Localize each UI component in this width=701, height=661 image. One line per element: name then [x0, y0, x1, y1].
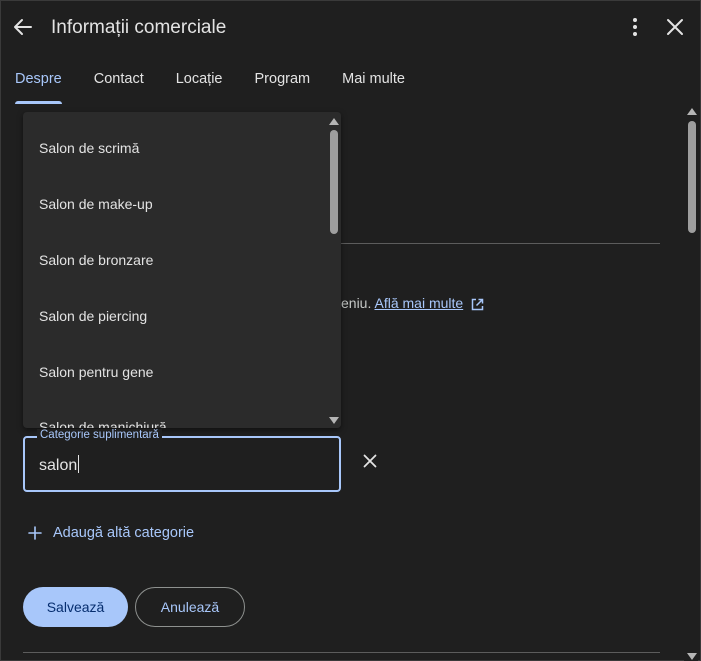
field-input-wrapper[interactable]: salon — [39, 455, 80, 475]
info-text: eniu. Află mai multe — [341, 295, 484, 311]
cancel-button[interactable]: Anulează — [135, 587, 245, 627]
dropdown-option[interactable]: Salon pentru gene — [39, 364, 153, 380]
dropdown-option[interactable]: Salon de piercing — [39, 308, 147, 324]
partial-text: eniu. — [341, 295, 372, 311]
tab-locatie[interactable]: Locație — [176, 71, 223, 105]
dropdown-option[interactable]: Salon de manichiură — [39, 419, 167, 428]
save-button[interactable]: Salvează — [23, 587, 128, 627]
tab-program[interactable]: Program — [255, 71, 311, 105]
plus-icon — [28, 526, 42, 540]
dropdown-option[interactable]: Salon de make-up — [39, 196, 153, 212]
close-icon — [667, 19, 683, 35]
tab-mai-multe[interactable]: Mai multe — [342, 71, 405, 105]
clear-category-button[interactable] — [358, 449, 382, 473]
tab-despre[interactable]: Despre — [15, 71, 62, 105]
field-label: Categorie suplimentară — [37, 429, 162, 441]
tab-contact[interactable]: Contact — [94, 71, 144, 105]
scroll-up-arrow-icon[interactable] — [329, 118, 339, 125]
close-button[interactable] — [663, 15, 687, 39]
category-input[interactable]: salon — [39, 457, 77, 474]
category-suggestions-dropdown[interactable]: Salon de scrimă Salon de make-up Salon d… — [23, 112, 341, 428]
scroll-down-arrow-icon[interactable] — [329, 417, 339, 424]
bottom-divider — [23, 652, 660, 653]
arrow-left-icon — [14, 19, 32, 35]
more-vert-icon — [633, 18, 637, 36]
back-button[interactable] — [11, 15, 35, 39]
learn-more-link[interactable]: Află mai multe — [374, 295, 463, 311]
main-scroll-thumb[interactable] — [688, 121, 696, 233]
section-divider — [341, 243, 660, 244]
dropdown-option[interactable]: Salon de scrimă — [39, 140, 139, 156]
page-title: Informații comerciale — [51, 17, 227, 38]
add-category-button[interactable]: Adaugă altă categorie — [27, 525, 194, 541]
main-scroll-down-icon[interactable] — [687, 653, 697, 660]
close-icon — [363, 454, 377, 468]
more-options-button[interactable] — [623, 15, 647, 39]
main-scroll-up-icon[interactable] — [687, 108, 697, 115]
additional-category-field[interactable]: Categorie suplimentară salon — [23, 429, 341, 492]
open-in-new-icon — [471, 298, 484, 311]
tab-bar: Despre Contact Locație Program Mai multe — [15, 71, 437, 105]
business-info-panel: Informații comerciale Despre Contact Loc… — [0, 0, 701, 661]
dropdown-scroll-thumb[interactable] — [330, 130, 338, 234]
text-caret — [78, 455, 80, 473]
dropdown-option[interactable]: Salon de bronzare — [39, 252, 153, 268]
add-category-label: Adaugă altă categorie — [53, 525, 195, 541]
